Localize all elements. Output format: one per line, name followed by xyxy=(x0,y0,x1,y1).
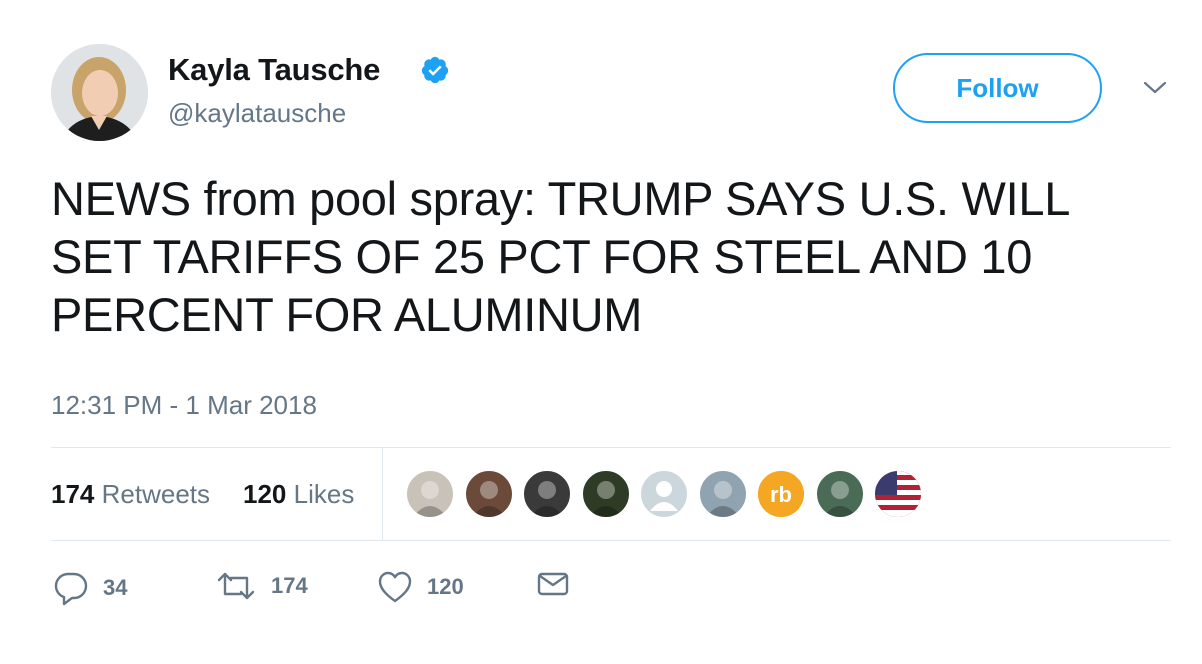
liker-avatar-3-image xyxy=(530,481,564,517)
envelope-icon xyxy=(537,572,569,596)
divider-bottom xyxy=(51,540,1171,541)
direct-message-button[interactable] xyxy=(537,570,569,598)
author-avatar[interactable] xyxy=(51,44,148,141)
liker-avatar-8[interactable] xyxy=(814,469,865,519)
liker-avatar-4[interactable] xyxy=(580,469,631,519)
reply-count: 34 xyxy=(103,575,128,600)
liker-avatar-7[interactable]: rb xyxy=(756,469,806,519)
divider-top xyxy=(51,447,1171,448)
tweet-timestamp[interactable]: 12:31 PM - 1 Mar 2018 xyxy=(51,390,317,421)
liker-avatar-1-image xyxy=(413,481,447,517)
tweet-text: NEWS from pool spray: TRUMP SAYS U.S. WI… xyxy=(51,172,1069,341)
author-display-name[interactable]: Kayla Tausche xyxy=(168,52,380,88)
retweet-button[interactable]: 174 xyxy=(215,570,308,602)
liker-avatar-3[interactable] xyxy=(522,469,572,519)
reply-icon xyxy=(54,572,88,606)
author-avatar-image xyxy=(51,44,148,141)
liker-avatar-9-image xyxy=(875,471,921,517)
reply-button[interactable]: 34 xyxy=(53,570,127,606)
like-button[interactable]: 120 xyxy=(377,570,464,604)
retweets-stat-count: 174 xyxy=(51,479,95,509)
liker-avatar-5-image xyxy=(650,481,678,511)
liker-avatar-9[interactable] xyxy=(873,469,923,519)
svg-text:rb: rb xyxy=(770,482,792,507)
chevron-down-icon[interactable] xyxy=(1140,78,1170,98)
author-handle[interactable]: @kaylatausche xyxy=(168,98,346,129)
follow-button[interactable]: Follow xyxy=(893,53,1102,123)
like-count: 120 xyxy=(427,574,464,599)
liker-avatar-7-image: rb xyxy=(758,471,804,517)
liker-avatar-2-image xyxy=(471,481,506,517)
liker-avatar-5[interactable] xyxy=(639,469,689,519)
retweet-icon xyxy=(217,572,255,600)
retweets-stat-label: Retweets xyxy=(101,479,211,509)
liker-avatar-1[interactable] xyxy=(405,469,455,519)
likes-stat[interactable]: 120 Likes xyxy=(243,479,354,510)
likers-avatar-list: rb xyxy=(405,469,932,519)
liker-avatar-8-image xyxy=(822,481,857,517)
heart-icon xyxy=(378,571,412,603)
liker-avatar-4-image xyxy=(588,481,623,517)
stats-vertical-divider xyxy=(382,448,383,540)
liker-avatar-6[interactable] xyxy=(697,469,748,519)
retweet-count: 174 xyxy=(271,573,308,598)
retweets-stat[interactable]: 174 Retweets xyxy=(51,479,210,510)
likes-stat-count: 120 xyxy=(243,479,287,509)
verified-badge-icon xyxy=(421,56,449,84)
liker-avatar-6-image xyxy=(705,481,740,517)
liker-avatar-2[interactable] xyxy=(463,469,514,519)
likes-stat-label: Likes xyxy=(293,479,355,509)
